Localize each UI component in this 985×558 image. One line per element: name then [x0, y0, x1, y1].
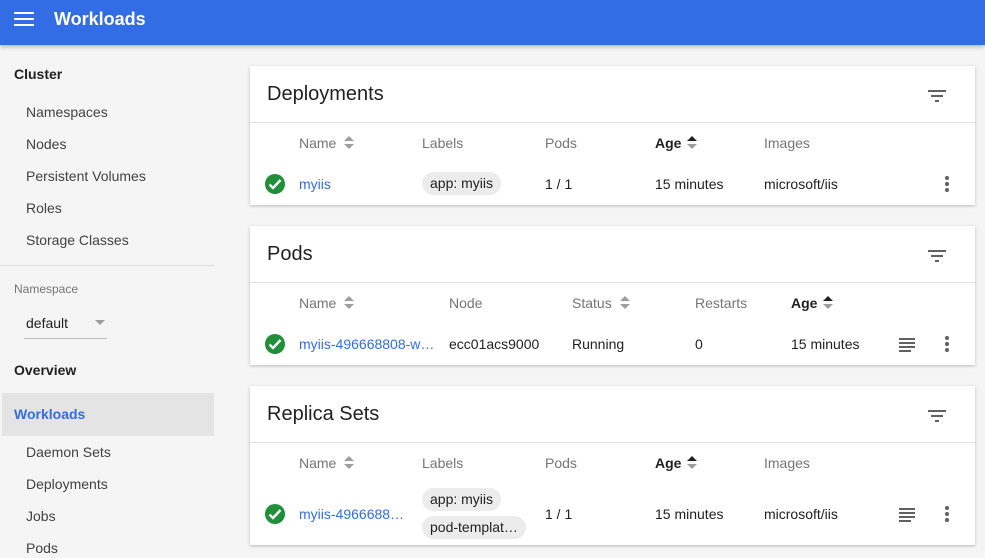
sort-icon[interactable]	[823, 296, 833, 310]
sidebar-item-pods[interactable]: Pods	[26, 540, 58, 556]
sidebar-heading-overview[interactable]: Overview	[14, 362, 76, 378]
sort-icon[interactable]	[344, 456, 354, 470]
card-title: Pods	[267, 243, 313, 265]
chevron-down-icon	[95, 320, 105, 325]
column-header-name[interactable]: Name	[299, 455, 336, 471]
column-header-restarts: Restarts	[695, 295, 748, 311]
card-title: Deployments	[267, 83, 384, 105]
pods-count: 1 / 1	[545, 506, 573, 522]
column-header-labels: Labels	[422, 455, 464, 471]
replica-set-name-link[interactable]: myiis-4966688…	[299, 506, 404, 522]
pods-count: 1 / 1	[545, 176, 573, 192]
sidebar-item-workloads[interactable]: Workloads	[2, 393, 214, 436]
age-value: 15 minutes	[791, 336, 860, 352]
image-value: microsoft/iis	[764, 176, 838, 192]
sidebar-divider	[0, 265, 214, 266]
header-divider	[250, 442, 975, 443]
label-chip: pod-templat…	[422, 516, 526, 539]
column-header-node: Node	[449, 295, 483, 311]
sort-icon[interactable]	[687, 456, 697, 470]
top-bar: Workloads	[0, 0, 985, 45]
node-value: ecc01acs9000	[449, 336, 540, 352]
namespace-select[interactable]: default	[24, 310, 107, 339]
sidebar-heading-cluster[interactable]: Cluster	[14, 66, 62, 82]
restarts-value: 0	[695, 336, 703, 352]
sidebar-item-daemon-sets[interactable]: Daemon Sets	[26, 444, 111, 460]
age-value: 15 minutes	[655, 176, 724, 192]
column-header-pods: Pods	[545, 455, 577, 471]
age-value: 15 minutes	[655, 506, 724, 522]
deployment-name-link[interactable]: myiis	[299, 176, 331, 192]
deployments-card: Deployments Name Labels Pods Age Images …	[250, 66, 975, 205]
sidebar-item-jobs[interactable]: Jobs	[26, 508, 56, 524]
column-header-pods: Pods	[545, 135, 577, 151]
check-circle-icon	[265, 334, 285, 354]
column-header-status[interactable]: Status	[572, 295, 612, 311]
column-header-images: Images	[764, 455, 810, 471]
column-header-name[interactable]: Name	[299, 135, 336, 151]
label-chip: app: myiis	[422, 172, 502, 195]
card-title: Replica Sets	[267, 403, 380, 425]
column-header-images: Images	[764, 135, 810, 151]
column-header-labels: Labels	[422, 135, 464, 151]
sort-icon[interactable]	[344, 136, 354, 150]
sidebar-item-roles[interactable]: Roles	[26, 200, 62, 216]
filter-icon[interactable]	[928, 408, 950, 424]
header-divider	[250, 282, 975, 283]
more-vert-icon[interactable]	[945, 336, 949, 352]
sidebar-item-storage-classes[interactable]: Storage Classes	[26, 232, 129, 248]
sort-icon[interactable]	[344, 296, 354, 310]
sidebar-item-namespaces[interactable]: Namespaces	[26, 104, 108, 120]
check-circle-icon	[265, 504, 285, 524]
column-header-age[interactable]: Age	[655, 135, 681, 151]
sidebar-item-persistent-volumes[interactable]: Persistent Volumes	[26, 168, 146, 184]
sidebar-item-label: Workloads	[14, 406, 86, 422]
filter-icon[interactable]	[928, 248, 950, 264]
replica-sets-card: Replica Sets Name Labels Pods Age Images…	[250, 386, 975, 545]
status-value: Running	[572, 336, 625, 352]
filter-icon[interactable]	[928, 88, 950, 104]
sidebar: Cluster Namespaces Nodes Persistent Volu…	[0, 45, 214, 558]
label-chip: app: myiis	[422, 488, 502, 511]
column-header-name[interactable]: Name	[299, 295, 336, 311]
namespace-label: Namespace	[14, 282, 79, 296]
more-vert-icon[interactable]	[945, 506, 949, 522]
page-title: Workloads	[54, 9, 146, 29]
pod-name-link[interactable]: myiis-496668808-w…	[299, 336, 434, 352]
check-circle-icon	[265, 174, 285, 194]
image-value: microsoft/iis	[764, 506, 838, 522]
pods-card: Pods Name Node Status Restarts Age myiis…	[250, 226, 975, 365]
logs-icon[interactable]	[899, 338, 915, 352]
namespace-value: default	[26, 315, 69, 331]
hamburger-icon[interactable]	[14, 12, 34, 26]
sort-icon[interactable]	[687, 136, 697, 150]
sidebar-item-deployments[interactable]: Deployments	[26, 476, 108, 492]
column-header-age[interactable]: Age	[791, 295, 817, 311]
column-header-age[interactable]: Age	[655, 455, 681, 471]
sidebar-item-nodes[interactable]: Nodes	[26, 136, 66, 152]
header-divider	[250, 122, 975, 123]
logs-icon[interactable]	[899, 508, 915, 522]
more-vert-icon[interactable]	[945, 176, 949, 192]
sort-icon[interactable]	[620, 296, 630, 310]
